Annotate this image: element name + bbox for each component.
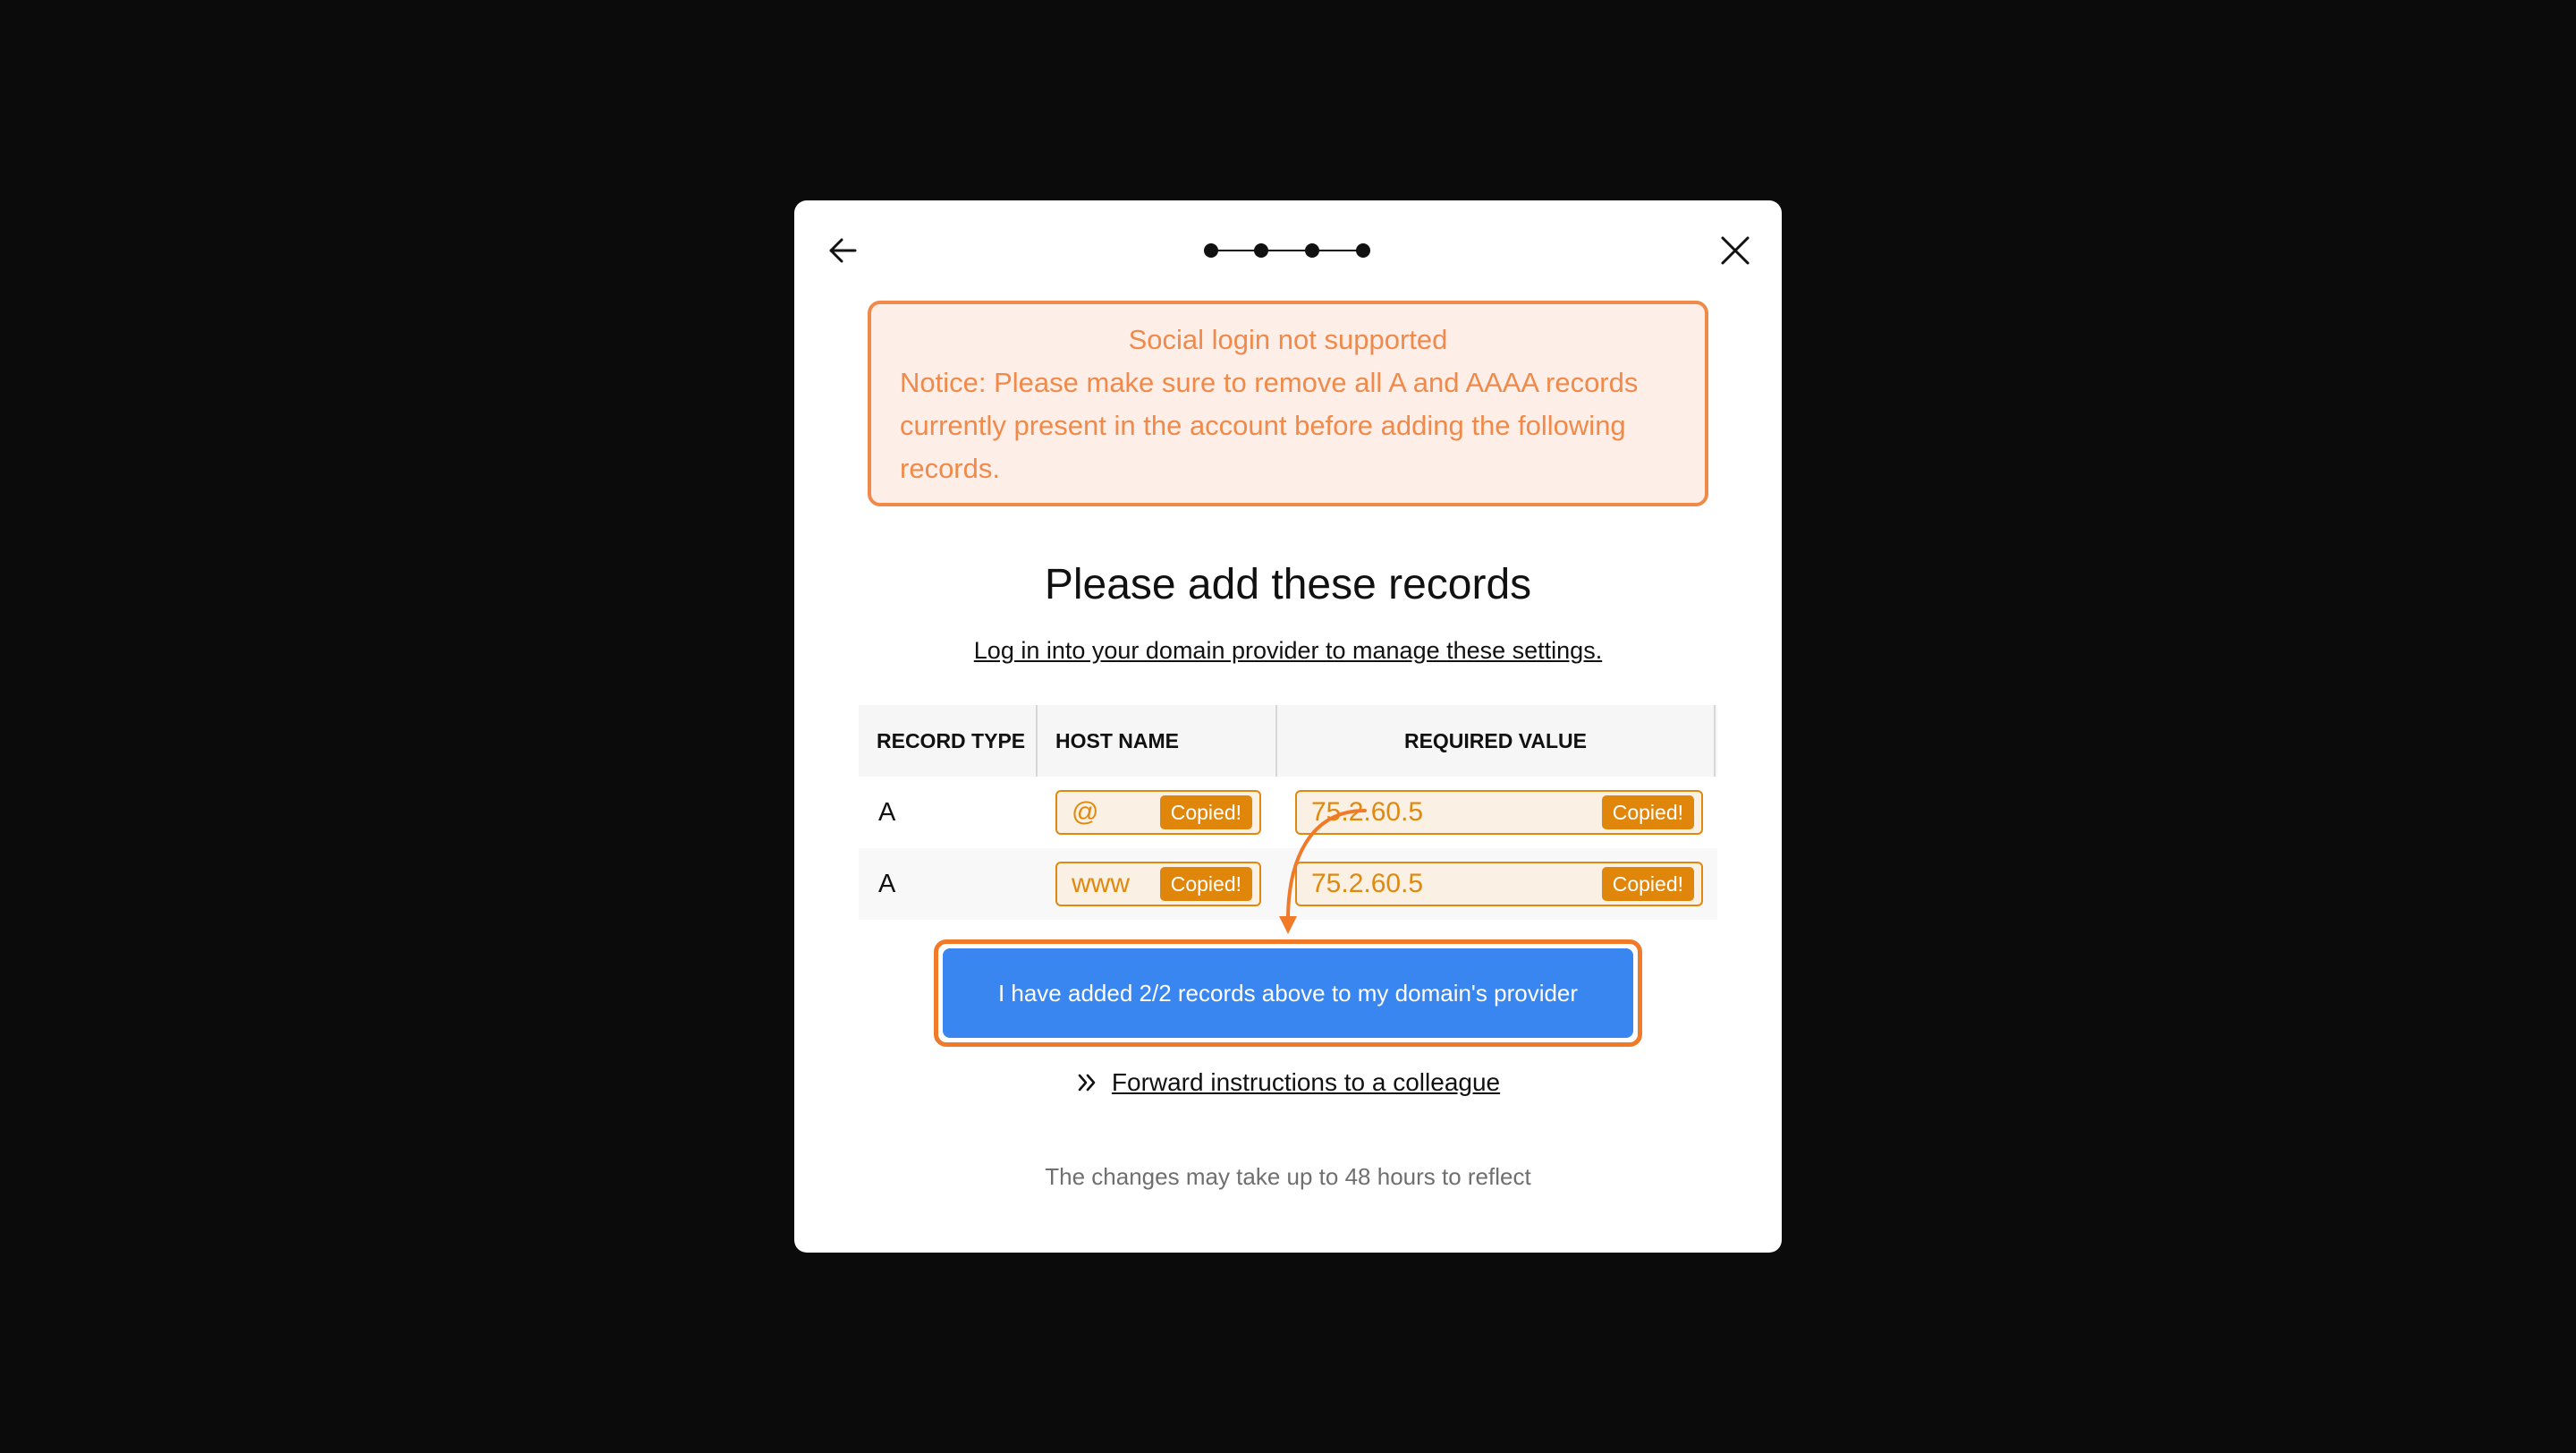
close-button[interactable] xyxy=(1710,225,1760,276)
host-name-copy-field[interactable]: @ Copied! xyxy=(1055,790,1261,835)
progress-stepper xyxy=(1204,243,1370,258)
forward-instructions-link[interactable]: Forward instructions to a colleague xyxy=(794,1068,1782,1097)
step-dot-1 xyxy=(1204,243,1218,258)
host-name-value: @ xyxy=(1072,797,1099,827)
column-required-value: REQUIRED VALUE xyxy=(1277,705,1716,777)
arrow-left-icon xyxy=(829,238,857,263)
domain-provider-link[interactable]: Log in into your domain provider to mana… xyxy=(794,637,1782,665)
dns-records-modal: Social login not supported Notice: Pleas… xyxy=(794,200,1782,1253)
propagation-note: The changes may take up to 48 hours to r… xyxy=(1045,1163,1531,1190)
required-value-cell: 75.2.60.5 Copied! xyxy=(1277,862,1717,906)
copied-badge[interactable]: Copied! xyxy=(1601,795,1694,829)
required-value-cell: 75.2.60.5 Copied! xyxy=(1277,790,1717,835)
forward-instructions-label: Forward instructions to a colleague xyxy=(1111,1068,1501,1096)
required-value-copy-field[interactable]: 75.2.60.5 Copied! xyxy=(1295,790,1703,835)
step-dot-4 xyxy=(1356,243,1370,258)
records-added-confirm-button[interactable]: I have added 2/2 records above to my dom… xyxy=(943,948,1633,1038)
back-button[interactable] xyxy=(818,225,868,276)
host-name-value: www xyxy=(1072,869,1130,898)
required-value-text: 75.2.60.5 xyxy=(1311,797,1424,827)
page-title: Please add these records xyxy=(1044,561,1532,608)
close-icon xyxy=(1721,236,1750,265)
table-header: RECORD TYPE HOST NAME REQUIRED VALUE xyxy=(859,705,1717,777)
confirm-button-highlight: I have added 2/2 records above to my dom… xyxy=(934,939,1642,1047)
step-dot-2 xyxy=(1254,243,1268,258)
host-name-cell: @ Copied! xyxy=(1038,790,1277,835)
notice-body: Notice: Please make sure to remove all A… xyxy=(900,367,1639,484)
step-dot-3 xyxy=(1305,243,1319,258)
required-value-text: 75.2.60.5 xyxy=(1311,869,1424,898)
table-row: A www Copied! 75.2.60.5 Copied! xyxy=(859,848,1717,920)
record-type-cell: A xyxy=(878,869,896,898)
host-name-copy-field[interactable]: www Copied! xyxy=(1055,862,1261,906)
host-name-cell: www Copied! xyxy=(1038,862,1277,906)
column-host-name: HOST NAME xyxy=(1038,705,1277,777)
double-chevron-right-icon xyxy=(1078,1074,1096,1092)
copied-badge[interactable]: Copied! xyxy=(1159,867,1252,901)
notice-banner: Social login not supported Notice: Pleas… xyxy=(868,301,1708,506)
records-table: RECORD TYPE HOST NAME REQUIRED VALUE A @… xyxy=(859,705,1717,920)
notice-title: Social login not supported xyxy=(1128,324,1448,355)
copied-badge[interactable]: Copied! xyxy=(1159,795,1252,829)
record-type-cell: A xyxy=(878,797,896,827)
table-row: A @ Copied! 75.2.60.5 Copied! xyxy=(859,777,1717,848)
copied-badge[interactable]: Copied! xyxy=(1601,867,1694,901)
required-value-copy-field[interactable]: 75.2.60.5 Copied! xyxy=(1295,862,1703,906)
column-record-type: RECORD TYPE xyxy=(859,705,1038,777)
